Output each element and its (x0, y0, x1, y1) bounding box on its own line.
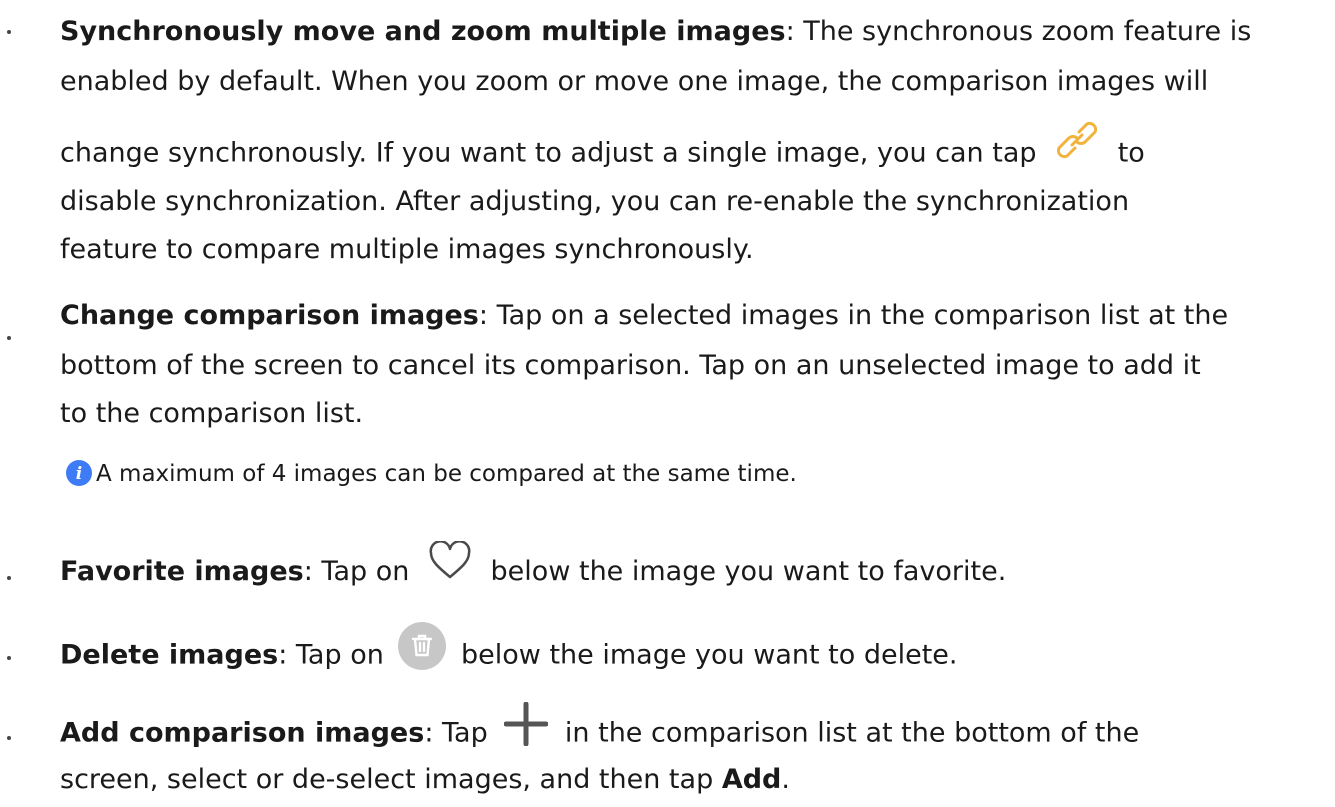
plus-icon (503, 701, 549, 747)
info-icon: i (66, 459, 92, 486)
item-title: Change comparison images (60, 300, 479, 331)
item-text: in the comparison list at the bottom of … (564, 717, 1140, 749)
item-favorite: Favorite images: Tap on below the image … (60, 539, 1007, 593)
item-text: change synchronously. If you want to adj… (60, 137, 1037, 169)
heart-icon (428, 539, 472, 581)
item-text: : The synchronous zoom feature is (785, 16, 1252, 47)
item-text: below the image you want to delete. (461, 639, 958, 671)
item-text: : Tap on a selected images in the compar… (478, 300, 1229, 331)
item-delete: Delete images: Tap on below the image yo… (60, 622, 958, 680)
add-label: Add (721, 764, 782, 795)
note: i A maximum of 4 images can be compared … (66, 456, 797, 492)
item-text-line: enabled by default. When you zoom or mov… (60, 66, 1209, 97)
bullet (7, 576, 11, 580)
item-text: to (1117, 137, 1145, 169)
item-synchronous-zoom: Synchronously move and zoom multiple ima… (60, 12, 1251, 52)
item-title: Add comparison images (60, 717, 425, 749)
item-text: screen, select or de-select images, and … (60, 764, 714, 795)
item-text-line: screen, select or de-select images, and … (60, 760, 790, 800)
note-text: A maximum of 4 images can be compared at… (96, 461, 797, 487)
item-text-line: to the comparison list. (60, 398, 364, 429)
item-text-line: disable synchronization. After adjusting… (60, 186, 1130, 217)
bullet (7, 30, 11, 34)
item-text-line: bottom of the screen to cancel its compa… (60, 350, 1201, 381)
bullet (7, 336, 11, 340)
bullet (7, 656, 11, 660)
item-text: . (781, 764, 790, 795)
item-title: Synchronously move and zoom multiple ima… (60, 16, 786, 47)
trash-icon (398, 622, 447, 670)
item-change-comparison: Change comparison images: Tap on a selec… (60, 296, 1228, 336)
item-text-line: feature to compare multiple images synch… (60, 234, 754, 265)
item-title: Delete images (60, 639, 279, 671)
link-icon (1055, 118, 1099, 162)
item-text: : Tap on (303, 556, 410, 587)
item-text-line: change synchronously. If you want to adj… (60, 121, 1145, 176)
item-title: Favorite images (60, 556, 304, 587)
item-text: : Tap on (278, 639, 384, 671)
item-text: below the image you want to favorite. (490, 556, 1007, 587)
bullet (7, 736, 11, 740)
svg-text:i: i (76, 464, 82, 484)
item-add-comparison: Add comparison images: Tap in the compar… (60, 701, 1140, 756)
item-text: : Tap (424, 717, 488, 749)
